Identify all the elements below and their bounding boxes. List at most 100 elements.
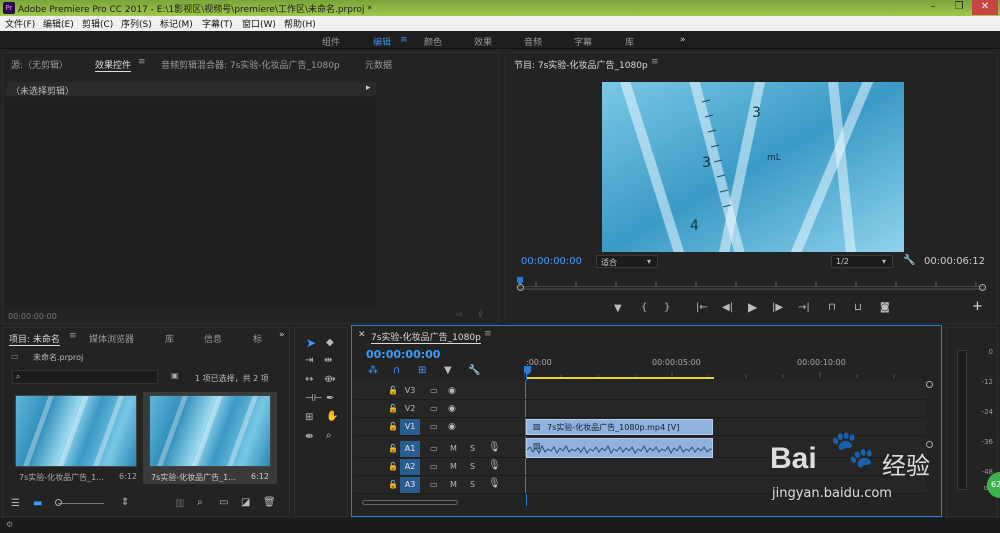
menu-window[interactable]: 窗口(W)	[242, 17, 276, 30]
extract-icon[interactable]: ⊔	[854, 303, 862, 313]
zoom-tool-icon[interactable]: ⌕	[326, 431, 332, 441]
mark-in-icon[interactable]: {	[641, 303, 647, 313]
timeline-menu-icon[interactable]: ≡	[484, 329, 492, 339]
more-tabs-icon[interactable]: »	[279, 330, 285, 340]
timeline-close-icon[interactable]: ✕	[358, 330, 366, 340]
mute-button[interactable]: M	[450, 480, 457, 490]
expand-arrow-icon[interactable]: ▸	[366, 83, 371, 93]
add-marker-icon[interactable]: ▼	[614, 304, 622, 314]
workspace-editing[interactable]: 编辑	[373, 35, 391, 48]
rate-stretch-tool-icon[interactable]: ↔	[305, 375, 313, 385]
tab-libraries[interactable]: 库	[165, 332, 174, 345]
track-select-tool-icon[interactable]: ◆	[326, 338, 334, 348]
wrench-icon[interactable]: 🔧	[903, 255, 915, 266]
list-view-icon[interactable]: ☰	[11, 499, 20, 509]
project-menu-icon[interactable]: ≡	[69, 331, 77, 341]
tab-metadata[interactable]: 元数据	[365, 58, 392, 71]
minimize-icon[interactable]: –	[920, 0, 946, 15]
sync-lock-icon[interactable]: ▭	[430, 386, 438, 396]
lock-icon[interactable]: 🔓	[388, 404, 398, 414]
panel-menu-icon[interactable]: ≡	[138, 57, 146, 67]
workspace-libraries[interactable]: 库	[625, 35, 634, 48]
automate-to-sequence-icon[interactable]: ▥	[175, 499, 184, 509]
mute-button[interactable]: M	[450, 444, 457, 454]
lock-icon[interactable]: 🔓	[388, 386, 398, 396]
workspace-assembly[interactable]: 组件	[322, 35, 340, 48]
find-icon[interactable]: ⌕	[197, 498, 203, 508]
resolution-dropdown[interactable]: 1/2 ▾	[831, 255, 893, 268]
eye-icon[interactable]: ◉	[448, 386, 456, 396]
more-workspaces-icon[interactable]: »	[680, 35, 686, 45]
microphone-icon[interactable]: 🎙	[488, 479, 501, 489]
tab-audio-clip-mixer[interactable]: 音频剪辑混合器: 7s实验-化妆品广告_1080p	[161, 58, 340, 71]
track-label-a3[interactable]: A3	[400, 477, 420, 493]
snap-icon[interactable]: ∩	[393, 366, 400, 376]
pen-tool-icon[interactable]: ✒	[326, 394, 334, 404]
lock-icon[interactable]: 🔓	[388, 480, 398, 490]
menu-title[interactable]: 字幕(T)	[202, 17, 233, 30]
project-item-thumbnail-selected[interactable]	[149, 395, 271, 467]
tab-sequence[interactable]: 7s实验-化妆品广告_1080p	[371, 330, 481, 344]
project-search-input[interactable]: ⌕	[12, 370, 158, 384]
workspace-color[interactable]: 颜色	[424, 35, 442, 48]
ripple-edit-tool-icon[interactable]: ⇥	[305, 356, 313, 366]
go-to-in-icon[interactable]: |←	[696, 303, 708, 313]
project-item-name-selected[interactable]: 7s实验-化妆品广告_1...	[151, 472, 236, 483]
zoom-handle-left[interactable]	[517, 284, 524, 291]
lock-icon[interactable]: 🔓	[388, 444, 398, 454]
zoom-slider-handle[interactable]	[55, 499, 62, 506]
track-label-a1[interactable]: A1	[400, 441, 420, 457]
linked-selection-icon[interactable]: ⊞	[418, 366, 426, 376]
workspace-effects[interactable]: 效果	[474, 35, 492, 48]
lift-icon[interactable]: ⊓	[828, 303, 836, 313]
solo-button[interactable]: S	[470, 444, 475, 454]
slip-tool-icon[interactable]: ⊣⊢	[305, 394, 322, 404]
export-frame-icon[interactable]: ◙	[880, 303, 890, 313]
export-frame-icon[interactable]: ⇨	[456, 310, 463, 319]
menu-file[interactable]: 文件(F)	[5, 17, 35, 30]
track-label-a2[interactable]: A2	[400, 459, 420, 475]
slide-tool-icon[interactable]: ⊞	[305, 413, 313, 423]
button-editor-plus-icon[interactable]: +	[972, 300, 983, 313]
close-icon[interactable]: ✕	[972, 0, 998, 15]
eye-icon[interactable]: ◉	[448, 404, 456, 414]
track-label-v1[interactable]: V1	[400, 419, 420, 435]
menu-help[interactable]: 帮助(H)	[284, 17, 316, 30]
workspace-menu-icon[interactable]: ≡	[400, 35, 408, 45]
step-back-icon[interactable]: ◀|	[722, 303, 733, 313]
menu-clip[interactable]: 剪辑(C)	[82, 17, 113, 30]
restore-icon[interactable]: ❐	[946, 0, 972, 15]
audio-clip[interactable]: ▨	[526, 438, 713, 458]
step-forward-icon[interactable]: |▶	[772, 303, 783, 313]
zoom-track-tool-icon[interactable]: ⇼	[305, 432, 313, 442]
solo-button[interactable]: S	[470, 480, 475, 490]
trash-icon[interactable]: 🗑	[263, 498, 276, 508]
project-item-thumbnail[interactable]	[15, 395, 137, 467]
zoom-scroll-bar[interactable]	[520, 288, 984, 290]
eye-icon[interactable]: ◉	[448, 422, 456, 432]
menu-marker[interactable]: 标记(M)	[160, 17, 193, 30]
program-playhead-timecode[interactable]: 00:00:00:00	[521, 256, 582, 267]
tab-project[interactable]: 项目: 未命名	[9, 332, 60, 346]
hand-tool-icon[interactable]: ✋	[326, 412, 338, 422]
microphone-icon[interactable]: 🎙	[488, 443, 501, 453]
tab-info[interactable]: 信息	[204, 332, 222, 345]
menu-edit[interactable]: 编辑(E)	[43, 17, 74, 30]
tab-markers[interactable]: 标	[253, 332, 262, 345]
tab-effect-controls[interactable]: 效果控件	[95, 58, 132, 72]
video-clip[interactable]: ▨ 7s实验-化妆品广告_1080p.mp4 [V]	[526, 419, 713, 435]
add-marker-icon[interactable]: ▼	[444, 366, 452, 376]
tab-source[interactable]: 源:（无剪辑）	[11, 58, 68, 71]
lock-icon[interactable]: 🔓	[388, 462, 398, 472]
timeline-settings-wrench-icon[interactable]: 🔧	[468, 366, 480, 376]
menu-sequence[interactable]: 序列(S)	[121, 17, 152, 30]
tab-media-browser[interactable]: 媒体浏览器	[89, 332, 134, 345]
zoom-handle-right[interactable]	[979, 284, 986, 291]
rolling-edit-tool-icon[interactable]: ⇹	[324, 356, 332, 366]
go-to-out-icon[interactable]: →|	[798, 303, 810, 313]
project-item-name[interactable]: 7s实验-化妆品广告_1...	[19, 472, 104, 483]
track-label-v3[interactable]: V3	[400, 383, 420, 399]
play-icon[interactable]: ▶	[748, 301, 757, 313]
sort-icon[interactable]: ⇕	[121, 498, 129, 508]
workspace-audio[interactable]: 音频	[524, 35, 542, 48]
